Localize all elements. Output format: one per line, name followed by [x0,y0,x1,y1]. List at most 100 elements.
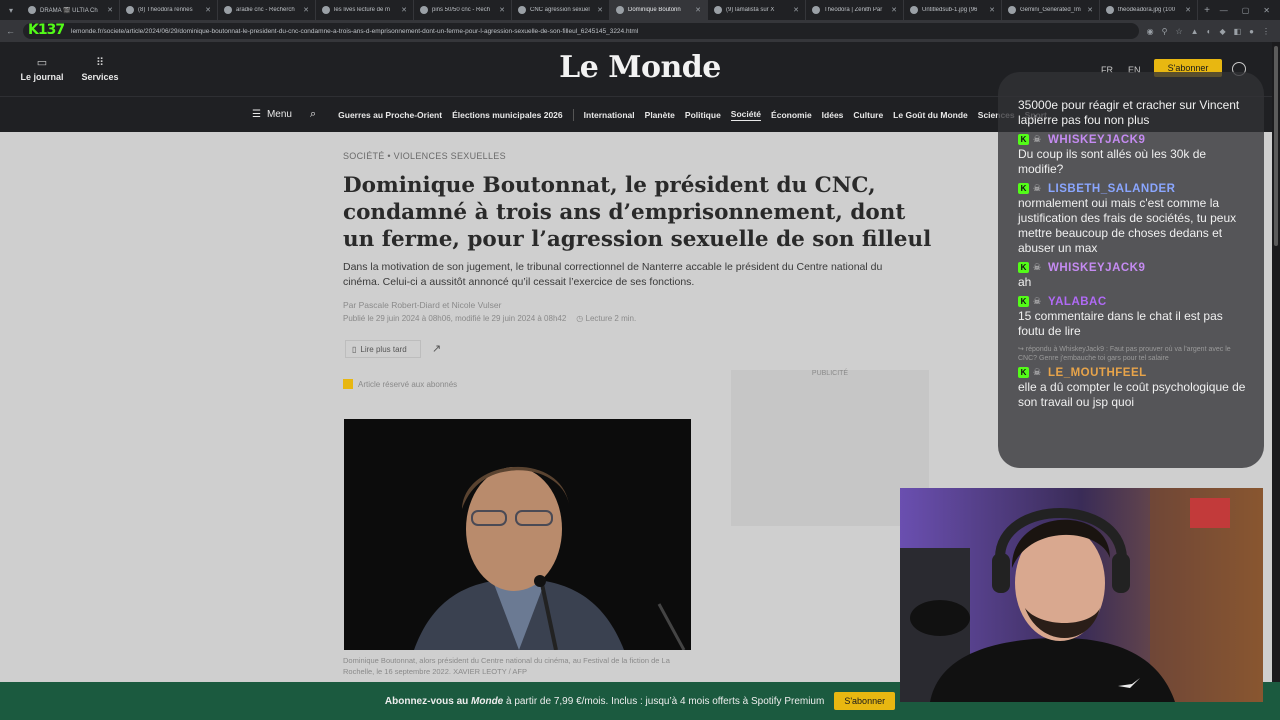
nav-item[interactable]: International [584,110,635,120]
nav-item[interactable]: Le Goût du Monde [893,110,968,120]
chat-message-header: K ☠ WHISKEYJACK9 [1018,132,1250,147]
tab-close-icon[interactable]: ✕ [1185,6,1191,14]
tab-close-icon[interactable]: ✕ [989,6,995,14]
maximize-icon[interactable]: ▢ [1242,6,1250,15]
browser-tab[interactable]: Gemini_Generated_Im ✕ [1002,0,1100,20]
profile-icon[interactable]: ● [1249,27,1254,36]
tab-title: Untitledsub-1.jpg (96 [922,7,978,13]
extensions-puzzle-icon[interactable]: ◧ [1234,27,1242,36]
tab-title: pins 50/50 cnc - Rech [432,7,491,13]
search-icon[interactable]: ⌕ [310,108,316,121]
nav-item[interactable]: Élections municipales 2026 [452,110,563,120]
tab-close-icon[interactable]: ✕ [303,6,309,14]
extension-icon[interactable]: ◆ [1219,27,1225,36]
tab-close-icon[interactable]: ✕ [695,6,701,14]
browser-tab[interactable]: Dominique Boutonn ✕ [610,0,708,20]
tab-close-icon[interactable]: ✕ [401,6,407,14]
site-logo[interactable]: Le Monde [540,50,740,85]
nav-item[interactable]: Économie [771,110,812,120]
skull-badge-icon: ☠ [1033,183,1042,193]
services-label: Services [81,72,119,82]
browser-tab[interactable]: Theodora | Zénith Par ✕ [806,0,904,20]
hamburger-icon: ☰ [252,109,261,120]
browser-tab[interactable]: Untitledsub-1.jpg (96 ✕ [904,0,1002,20]
browser-tab[interactable]: theodeadora.jpg (100 ✕ [1100,0,1198,20]
close-window-icon[interactable]: ✕ [1263,6,1270,15]
chat-username[interactable]: YALABAC [1048,296,1107,308]
tab-favicon-icon [812,6,820,14]
newspaper-icon: ▭ [36,57,48,69]
chat-username[interactable]: LISBETH_SALANDER [1048,183,1175,195]
article-photo[interactable] [344,419,691,650]
address-bar[interactable]: lemonde.fr/societe/article/2024/06/29/do… [23,23,1139,39]
tab-close-icon[interactable]: ✕ [793,6,799,14]
browser-tab[interactable]: aradie cnc - Recherch ✕ [218,0,316,20]
tab-title: les lives lecture de m [334,7,391,13]
tab-favicon-icon [322,6,330,14]
tab-title: theodeadora.jpg (100 [1118,7,1176,13]
subscribers-label: Article réservé aux abonnés [358,379,458,389]
menu-button[interactable]: ☰ Menu [252,109,292,120]
chat-message-text: 35000e pour réagir et cracher sur Vincen… [1018,98,1240,127]
services-button[interactable]: ⠿ Services [75,56,125,82]
nav-item[interactable]: Culture [853,110,883,120]
share-icon[interactable]: ↗ [432,342,441,355]
extension-icon[interactable]: ◐ [1207,27,1212,36]
read-later-label: Lire plus tard [360,344,407,354]
browser-tab[interactable]: CNC agression sexuel ✕ [512,0,610,20]
zoom-icon[interactable]: ⚲ [1162,27,1168,36]
publication-date: Publié le 29 juin 2024 à 08h06, modifié … [343,314,567,323]
tab-close-icon[interactable]: ✕ [891,6,897,14]
browser-tab[interactable]: (8) Theodora rennes ✕ [120,0,218,20]
read-later-button[interactable]: ▯ Lire plus tard [345,340,421,358]
back-icon[interactable]: ← [6,26,15,36]
tab-title: DRAMA 🎬 ULTIA Ch [40,7,98,14]
browser-tab[interactable]: les lives lecture de m ✕ [316,0,414,20]
minimize-icon[interactable]: — [1220,6,1228,15]
extension-icon[interactable]: ◉ [1147,27,1154,36]
tab-close-icon[interactable]: ✕ [107,6,113,14]
banner-brand: Monde [471,695,504,707]
kick-badge-icon: K [1018,134,1029,145]
chat-username[interactable]: WHISKEYJACK9 [1048,262,1145,274]
tab-favicon-icon [126,6,134,14]
tab-search-icon[interactable]: ▾ [0,6,22,15]
chat-username[interactable]: LE_MOUTHFEEL [1048,367,1147,379]
chat-message: K ☠ LISBETH_SALANDER normalement oui mais c… [1018,181,1250,256]
extension-icon[interactable]: ▲ [1191,27,1199,36]
kick-badge-icon: K [1018,183,1029,194]
article-byline[interactable]: Par Pascale Robert-Diard et Nicole Vulse… [343,300,501,310]
nav-item[interactable]: Politique [685,110,721,120]
nav-item[interactable]: Idées [822,110,844,120]
tab-favicon-icon [420,6,428,14]
banner-text: Abonnez-vous au Monde à partir de 7,99 €… [385,696,824,707]
tab-favicon-icon [28,6,36,14]
tab-close-icon[interactable]: ✕ [1087,6,1093,14]
photo-caption: Dominique Boutonnat, alors président du … [343,656,670,676]
subscriber-badge-icon [343,379,353,389]
browser-tab[interactable]: pins 50/50 cnc - Rech ✕ [414,0,512,20]
kick-badge-icon: K [1018,296,1029,307]
browser-tab[interactable]: (9) lamalista sur X ✕ [708,0,806,20]
journal-button[interactable]: ▭ Le journal [17,56,67,82]
article-kicker[interactable]: SOCIÉTÉ • VIOLENCES SEXUELLES [343,151,506,161]
bookmark-icon: ▯ [352,344,357,354]
banner-subscribe-button[interactable]: S'abonner [834,692,896,710]
menu-label: Menu [266,109,292,120]
portrait-image [344,419,691,650]
tab-title: Gemini_Generated_Im [1020,7,1081,13]
browser-tab[interactable]: DRAMA 🎬 ULTIA Ch ✕ [22,0,120,20]
tab-favicon-icon [714,6,722,14]
bookmark-star-icon[interactable]: ☆ [1176,27,1183,36]
tab-close-icon[interactable]: ✕ [499,6,505,14]
nav-item[interactable]: Guerres au Proche-Orient [338,110,442,120]
tab-close-icon[interactable]: ✕ [597,6,603,14]
tab-title: CNC agression sexuel [530,7,590,13]
nav-item[interactable]: Société [730,109,762,121]
browser-menu-icon[interactable]: ⋮ [1262,27,1270,36]
nav-item[interactable]: Planète [645,110,675,120]
scrollbar-thumb[interactable] [1274,46,1278,246]
webcam-image [900,488,1263,702]
chat-username[interactable]: WHISKEYJACK9 [1048,134,1145,146]
tab-close-icon[interactable]: ✕ [205,6,211,14]
